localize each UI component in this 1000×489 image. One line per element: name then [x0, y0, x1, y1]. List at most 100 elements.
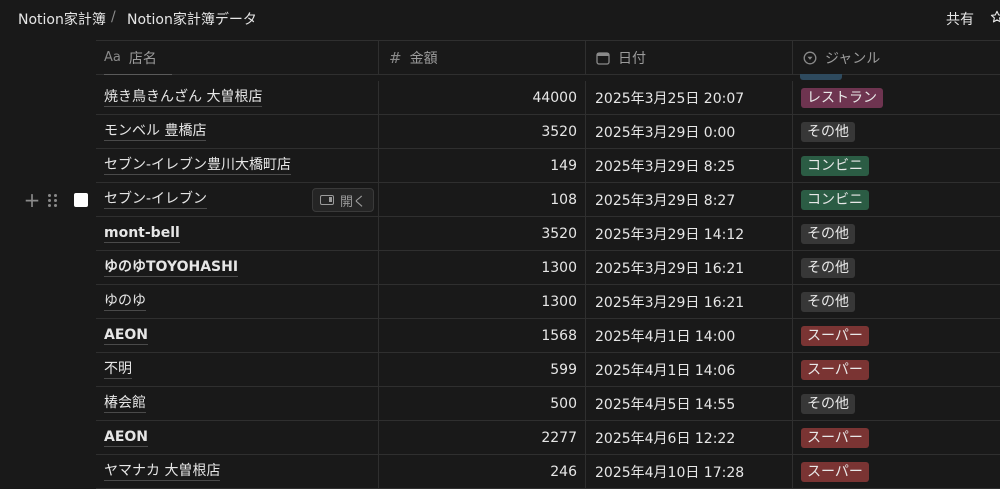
cell-date[interactable]: 2025年4月1日 14:00: [586, 319, 793, 353]
table-row[interactable]: 焼き鳥きんざん 大曽根店 44000 2025年3月25日 20:07 レストラン: [0, 81, 1000, 115]
cell-genre[interactable]: コンビニ: [793, 183, 1000, 217]
cell-genre[interactable]: その他: [793, 217, 1000, 251]
cell-genre[interactable]: スーパー: [793, 421, 1000, 455]
genre-tag: その他: [801, 224, 855, 244]
cell-name[interactable]: 不明: [96, 353, 379, 387]
cell-amount[interactable]: 1568: [379, 319, 586, 353]
cell-name[interactable]: モンベル 豊橋店: [96, 115, 379, 149]
cell-name[interactable]: AEON: [96, 319, 379, 353]
genre-tag: その他: [801, 122, 855, 142]
cell-amount[interactable]: 599: [379, 353, 586, 387]
column-header-label: ジャンル: [825, 50, 881, 67]
cell-amount[interactable]: 3520: [379, 115, 586, 149]
table-row[interactable]: ヤマナカ 大曽根店 246 2025年4月10日 17:28 スーパー: [0, 455, 1000, 489]
cell-amount[interactable]: 500: [379, 387, 586, 421]
row-title[interactable]: ゆのゆTOYOHASHI: [104, 259, 239, 277]
cell-name[interactable]: ゆのゆ: [96, 285, 379, 319]
column-header-date[interactable]: 日付: [586, 41, 793, 74]
cell-name[interactable]: mont-bell: [96, 217, 379, 251]
row-title[interactable]: 不明: [104, 361, 132, 379]
column-header-name[interactable]: Aa 店名: [96, 41, 379, 74]
row-title[interactable]: 焼き鳥きんざん 大曽根店: [104, 89, 263, 107]
cell-date[interactable]: 2025年3月25日 20:07: [586, 81, 793, 115]
row-title[interactable]: ヤマナカ 大曽根店: [104, 463, 221, 481]
cell-genre[interactable]: その他: [793, 251, 1000, 285]
clipped-tag-remnant: [800, 74, 842, 80]
genre-tag: レストラン: [801, 88, 883, 108]
star-icon[interactable]: [990, 9, 1000, 25]
cell-amount[interactable]: 3520: [379, 217, 586, 251]
open-page-button[interactable]: 開く: [312, 188, 374, 212]
cell-name[interactable]: 焼き鳥きんざん 大曽根店: [96, 81, 379, 115]
row-title[interactable]: セブン-イレブン豊川大橋町店: [104, 157, 292, 175]
cell-name[interactable]: ヤマナカ 大曽根店: [96, 455, 379, 489]
cell-genre[interactable]: その他: [793, 115, 1000, 149]
cell-date[interactable]: 2025年3月29日 16:21: [586, 285, 793, 319]
table-row[interactable]: 不明 599 2025年4月1日 14:06 スーパー: [0, 353, 1000, 387]
cell-amount[interactable]: 108: [379, 183, 586, 217]
row-title[interactable]: AEON: [104, 327, 149, 345]
table-header: Aa 店名 # 金額 日付 ジャンル: [96, 40, 1000, 75]
plus-icon[interactable]: +: [22, 190, 42, 210]
table-row[interactable]: AEON 2277 2025年4月6日 12:22 スーパー: [0, 421, 1000, 455]
cell-genre[interactable]: コンビニ: [793, 149, 1000, 183]
genre-tag: その他: [801, 292, 855, 312]
cell-name[interactable]: セブン-イレブン豊川大橋町店: [96, 149, 379, 183]
genre-tag: スーパー: [801, 462, 869, 482]
cell-name[interactable]: ゆのゆTOYOHASHI: [96, 251, 379, 285]
breadcrumb-page[interactable]: Notion家計簿データ: [125, 9, 259, 29]
row-title[interactable]: AEON: [104, 429, 149, 447]
table-row[interactable]: セブン-イレブン豊川大橋町店 149 2025年3月29日 8:25 コンビニ: [0, 149, 1000, 183]
table-row[interactable]: ゆのゆ 1300 2025年3月29日 16:21 その他: [0, 285, 1000, 319]
table-row[interactable]: mont-bell 3520 2025年3月29日 14:12 その他: [0, 217, 1000, 251]
column-header-amount[interactable]: # 金額: [379, 41, 586, 74]
cell-amount[interactable]: 1300: [379, 285, 586, 319]
column-header-label: 金額: [409, 50, 438, 67]
genre-tag: その他: [801, 394, 855, 414]
column-header-label: 日付: [618, 50, 646, 67]
row-title[interactable]: mont-bell: [104, 225, 180, 243]
share-button[interactable]: 共有: [946, 9, 974, 29]
cell-amount[interactable]: 2277: [379, 421, 586, 455]
cell-date[interactable]: 2025年3月29日 0:00: [586, 115, 793, 149]
cell-date[interactable]: 2025年4月5日 14:55: [586, 387, 793, 421]
cell-name[interactable]: AEON: [96, 421, 379, 455]
cell-amount[interactable]: 246: [379, 455, 586, 489]
cell-name[interactable]: セブン-イレブン 開く: [96, 183, 379, 217]
cell-date[interactable]: 2025年4月10日 17:28: [586, 455, 793, 489]
table-row[interactable]: + セブン-イレブン 開く 108 2025年3月29日 8:27 コンビニ: [0, 183, 1000, 217]
cell-amount[interactable]: 1300: [379, 251, 586, 285]
cell-genre[interactable]: レストラン: [793, 81, 1000, 115]
cell-date[interactable]: 2025年3月29日 16:21: [586, 251, 793, 285]
column-header-genre[interactable]: ジャンル: [793, 41, 1000, 74]
row-controls: +: [22, 183, 88, 217]
cell-amount[interactable]: 149: [379, 149, 586, 183]
cell-date[interactable]: 2025年4月6日 12:22: [586, 421, 793, 455]
cell-date[interactable]: 2025年3月29日 8:25: [586, 149, 793, 183]
drag-handle-icon[interactable]: [48, 192, 60, 208]
table-row[interactable]: モンベル 豊橋店 3520 2025年3月29日 0:00 その他: [0, 115, 1000, 149]
table-row[interactable]: 椿会館 500 2025年4月5日 14:55 その他: [0, 387, 1000, 421]
cell-amount[interactable]: 44000: [379, 81, 586, 115]
row-title[interactable]: ゆのゆ: [104, 293, 146, 311]
cell-name[interactable]: 椿会館: [96, 387, 379, 421]
genre-tag: スーパー: [801, 428, 869, 448]
table-row[interactable]: AEON 1568 2025年4月1日 14:00 スーパー: [0, 319, 1000, 353]
cell-genre[interactable]: スーパー: [793, 319, 1000, 353]
row-title[interactable]: モンベル 豊橋店: [104, 123, 207, 141]
breadcrumb-workspace[interactable]: Notion家計簿: [16, 9, 108, 29]
cell-genre[interactable]: スーパー: [793, 353, 1000, 387]
row-title[interactable]: セブン-イレブン: [104, 191, 208, 209]
cell-genre[interactable]: その他: [793, 285, 1000, 319]
cell-genre[interactable]: その他: [793, 387, 1000, 421]
row-checkbox[interactable]: [74, 193, 88, 207]
calendar-icon: [596, 51, 610, 65]
row-title[interactable]: 椿会館: [104, 395, 146, 413]
table-row[interactable]: ゆのゆTOYOHASHI 1300 2025年3月29日 16:21 その他: [0, 251, 1000, 285]
clipped-row-remnant: [104, 74, 172, 75]
text-property-icon: Aa: [104, 50, 121, 65]
cell-genre[interactable]: スーパー: [793, 455, 1000, 489]
cell-date[interactable]: 2025年4月1日 14:06: [586, 353, 793, 387]
cell-date[interactable]: 2025年3月29日 8:27: [586, 183, 793, 217]
cell-date[interactable]: 2025年3月29日 14:12: [586, 217, 793, 251]
